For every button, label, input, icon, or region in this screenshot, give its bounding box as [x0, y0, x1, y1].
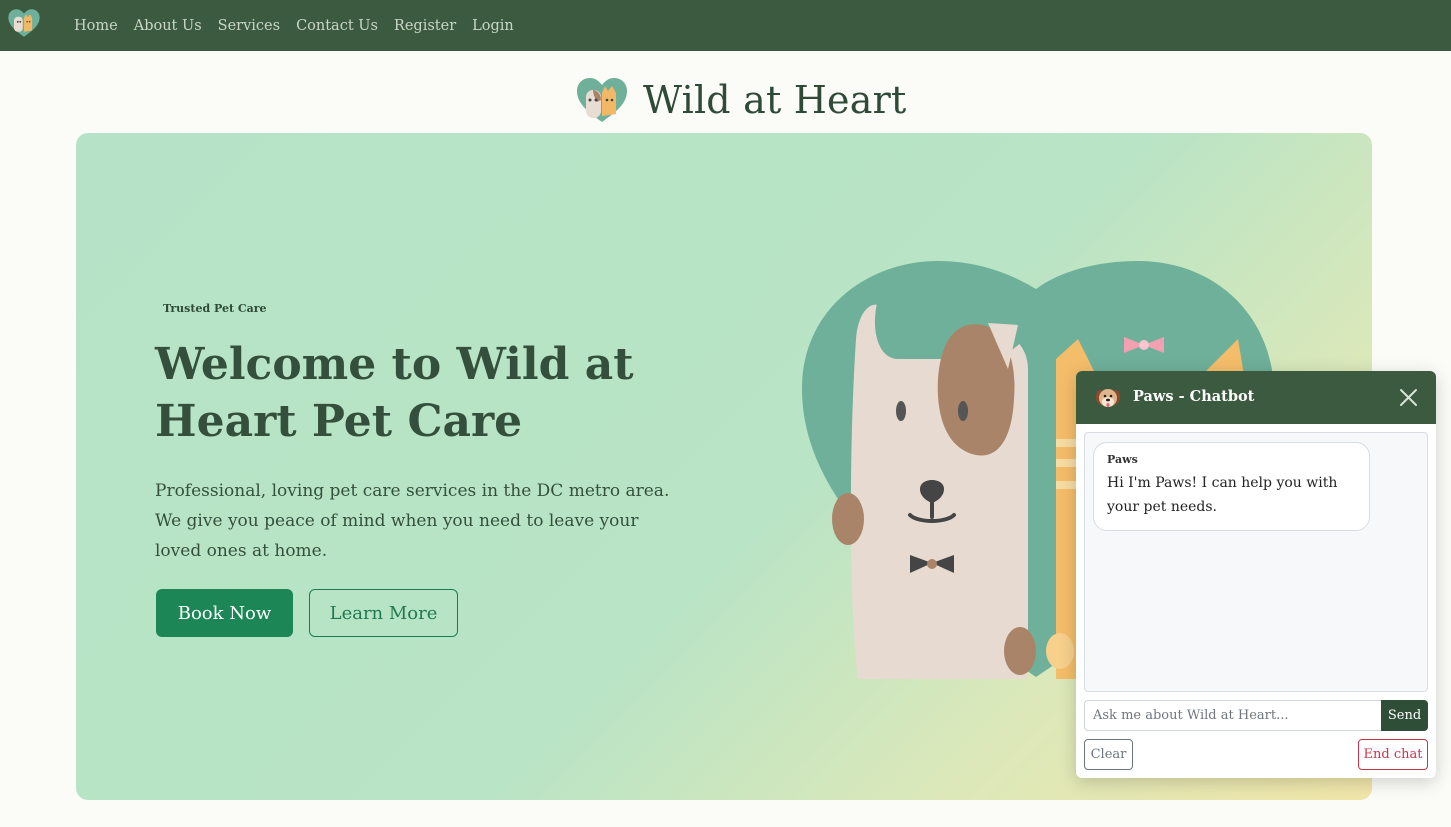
book-now-button[interactable]: Book Now	[156, 589, 293, 637]
chatbot-window: Paws - Chatbot Paws Hi I'm Paws! I can h…	[1076, 371, 1436, 778]
end-chat-button[interactable]: End chat	[1358, 739, 1428, 770]
pet-heart-logo-icon[interactable]	[7, 8, 41, 38]
nav-link-home[interactable]: Home	[74, 18, 118, 34]
hero-heading: Welcome to Wild at Heart Pet Care	[155, 339, 634, 447]
chat-input[interactable]	[1084, 700, 1382, 731]
clear-button[interactable]: Clear	[1084, 739, 1133, 770]
chat-messages-area[interactable]: Paws Hi I'm Paws! I can help you with yo…	[1084, 432, 1428, 692]
nav-link-about-us[interactable]: About Us	[134, 18, 202, 34]
nav-link-login[interactable]: Login	[472, 18, 514, 34]
site-title: Wild at Heart	[643, 78, 907, 122]
chat-message-text: Hi I'm Paws! I can help you with your pe…	[1107, 475, 1338, 515]
hero-description: Professional, loving pet care services i…	[155, 481, 670, 561]
learn-more-button[interactable]: Learn More	[309, 589, 458, 637]
brand-header: Wild at Heart	[575, 75, 906, 125]
nav-link-services[interactable]: Services	[218, 18, 280, 34]
close-icon[interactable]	[1399, 388, 1418, 407]
chatbot-header: Paws - Chatbot	[1076, 371, 1436, 424]
chat-message: Paws Hi I'm Paws! I can help you with yo…	[1093, 442, 1370, 531]
nav-link-register[interactable]: Register	[394, 18, 456, 34]
chat-message-sender: Paws	[1107, 453, 1138, 466]
chatbot-title: Paws - Chatbot	[1133, 388, 1255, 405]
trusted-badge: Trusted Pet Care	[163, 302, 267, 315]
send-button[interactable]: Send	[1381, 700, 1428, 731]
top-navbar: Home About Us Services Contact Us Regist…	[0, 0, 1451, 51]
pet-heart-logo-icon	[577, 78, 627, 122]
dog-face-icon	[1096, 389, 1120, 407]
nav-link-contact-us[interactable]: Contact Us	[296, 18, 378, 34]
